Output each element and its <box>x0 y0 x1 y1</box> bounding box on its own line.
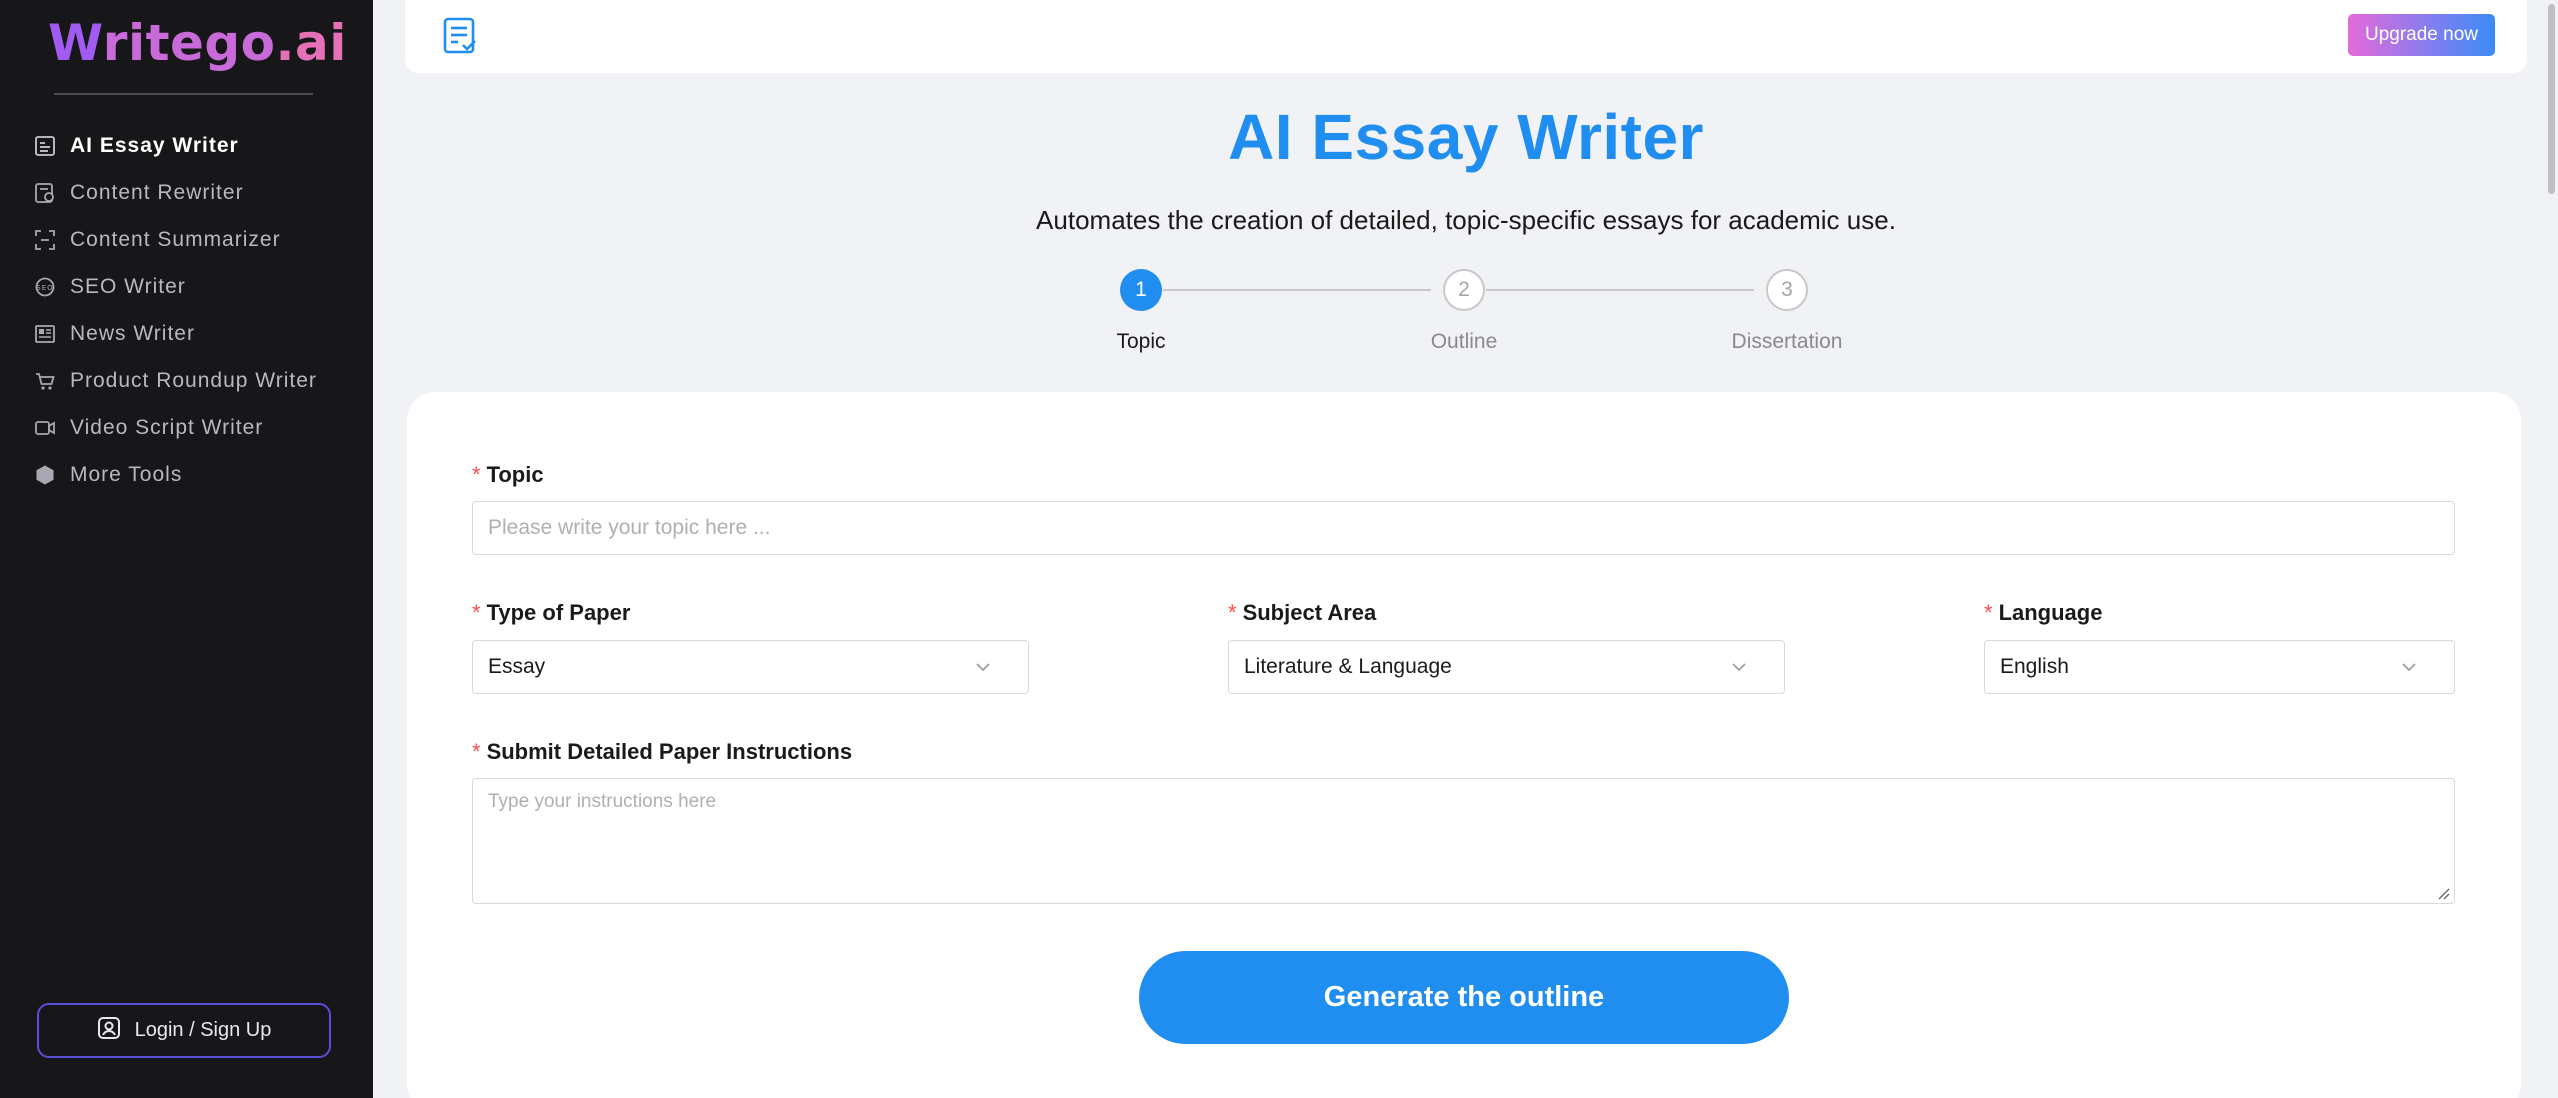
language-select[interactable]: English <box>1984 640 2455 694</box>
upgrade-now-button[interactable]: Upgrade now <box>2348 14 2495 56</box>
top-bar: Upgrade now <box>405 0 2527 73</box>
paper-type-select[interactable]: Essay <box>472 640 1029 694</box>
sidebar-item-ai-essay-writer[interactable]: AI Essay Writer <box>34 122 354 169</box>
language-label: * Language <box>1984 600 2103 625</box>
step-1-circle[interactable]: 1 <box>1120 269 1162 311</box>
writego-logo[interactable]: Writego.ai <box>48 14 347 74</box>
rewrite-icon <box>34 182 56 204</box>
chevron-down-icon <box>2400 658 2418 676</box>
cart-icon <box>34 370 56 392</box>
page-title: AI Essay Writer <box>1228 101 1704 173</box>
essay-icon <box>34 135 56 157</box>
chevron-down-icon <box>1730 658 1748 676</box>
page-subtitle: Automates the creation of detailed, topi… <box>1036 205 1896 235</box>
essay-form-card: *Topic *Type of Paper Essay *Subject Are… <box>407 392 2521 1098</box>
topic-label: * Topic <box>472 462 544 487</box>
user-icon <box>97 1016 121 1046</box>
instructions-textarea[interactable] <box>472 778 2455 904</box>
video-icon <box>34 417 56 439</box>
step-indicator: 1 2 3 Topic Outline Dissertation <box>0 267 2558 357</box>
document-check-icon[interactable] <box>441 16 481 56</box>
step-2-label: Outline <box>1430 330 1498 353</box>
step-3-label: Dissertation <box>1731 330 1843 353</box>
chevron-down-icon <box>974 658 992 676</box>
topic-input[interactable] <box>472 501 2455 555</box>
sidebar-item-content-rewriter[interactable]: Content Rewriter <box>34 169 354 216</box>
sidebar-item-product-roundup-writer[interactable]: Product Roundup Writer <box>34 357 354 404</box>
sidebar-item-video-script-writer[interactable]: Video Script Writer <box>34 404 354 451</box>
resize-handle-icon[interactable] <box>2435 885 2451 901</box>
step-3-circle[interactable]: 3 <box>1766 269 1808 311</box>
scrollbar-thumb[interactable] <box>2548 4 2555 194</box>
subject-area-select[interactable]: Literature & Language <box>1228 640 1785 694</box>
login-signup-button[interactable]: Login / Sign Up <box>37 1003 331 1058</box>
hexagon-icon <box>34 464 56 486</box>
generate-outline-button[interactable]: Generate the outline <box>1139 951 1789 1044</box>
step-connector-1 <box>1163 289 1431 291</box>
step-connector-2 <box>1486 289 1754 291</box>
logo-divider <box>54 93 313 95</box>
step-2-circle[interactable]: 2 <box>1443 269 1485 311</box>
summarize-icon <box>34 229 56 251</box>
step-1-label: Topic <box>1116 330 1166 353</box>
subject-area-label: * Subject Area <box>1228 600 1377 625</box>
sidebar-item-content-summarizer[interactable]: Content Summarizer <box>34 216 354 263</box>
instructions-label: * Submit Detailed Paper Instructions <box>472 739 853 764</box>
page-scrollbar[interactable] <box>2542 0 2558 1098</box>
paper-type-label: * Type of Paper <box>472 600 631 625</box>
sidebar: Writego.ai AI Essay Writer Content Rewri… <box>0 0 373 1098</box>
sidebar-item-more-tools[interactable]: More Tools <box>34 451 354 498</box>
